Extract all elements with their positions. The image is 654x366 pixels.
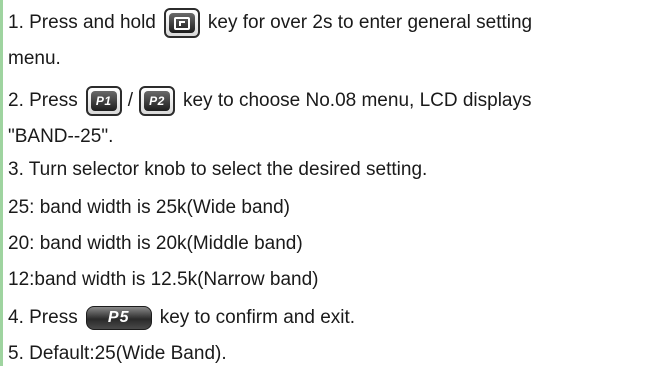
p1-key-label: P1 bbox=[90, 91, 117, 111]
f-key-glyph bbox=[173, 16, 190, 30]
option-12-text: 12:band width is 12.5k(Narrow band) bbox=[8, 269, 319, 290]
p5-key-icon: P5 bbox=[85, 306, 152, 330]
option-25-text: 25: band width is 25k(Wide band) bbox=[8, 197, 290, 218]
f-key-icon bbox=[163, 8, 200, 38]
step-2-text-cont: key to choose No.08 menu, LCD displays bbox=[182, 90, 532, 111]
p2-key-icon: P2 bbox=[138, 86, 175, 116]
option-12-line: 12:band width is 12.5k(Narrow band) bbox=[8, 268, 319, 292]
step-4-text: 4. Press bbox=[8, 307, 78, 328]
step-1-text: 1. Press and hold bbox=[8, 12, 156, 33]
step-3-text: 3. Turn selector knob to select the desi… bbox=[8, 159, 428, 180]
step-1-text-cont: key for over 2s to enter general setting bbox=[207, 12, 533, 33]
step-4-text-cont: key to confirm and exit. bbox=[159, 307, 356, 328]
step-3-line: 3. Turn selector knob to select the desi… bbox=[8, 158, 427, 182]
key-separator: / bbox=[127, 90, 133, 111]
option-20-line: 20: band width is 20k(Middle band) bbox=[8, 232, 303, 256]
p1-key-icon: P1 bbox=[85, 86, 122, 116]
step-2-wrap-line: "BAND--25". bbox=[8, 125, 113, 149]
step-2-line: 2. Press P1 / P2 key to choose No.08 men… bbox=[8, 86, 532, 116]
step-1-wrap-text: menu. bbox=[8, 48, 61, 69]
p5-key-label: P5 bbox=[107, 309, 130, 326]
p2-key-label: P2 bbox=[143, 91, 170, 111]
step-5-text: 5. Default:25(Wide Band). bbox=[8, 343, 227, 364]
step-5-line: 5. Default:25(Wide Band). bbox=[8, 342, 227, 366]
option-20-text: 20: band width is 20k(Middle band) bbox=[8, 233, 303, 254]
step-1-wrap-line: menu. bbox=[8, 47, 61, 71]
step-2-text: 2. Press bbox=[8, 90, 78, 111]
option-25-line: 25: band width is 25k(Wide band) bbox=[8, 196, 290, 220]
step-1-line: 1. Press and hold key for over 2s to ent… bbox=[8, 8, 532, 38]
left-margin-rule bbox=[0, 0, 3, 366]
step-2-wrap-text: "BAND--25". bbox=[8, 126, 114, 147]
step-4-line: 4. Press P5 key to confirm and exit. bbox=[8, 306, 355, 330]
